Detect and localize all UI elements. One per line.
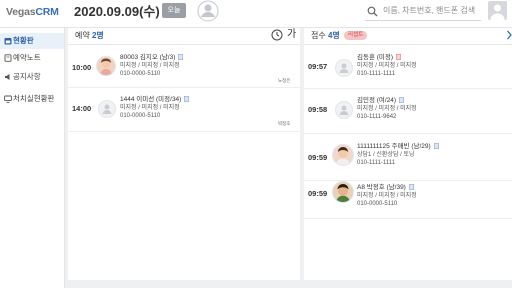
reception-time: 09:58 — [308, 105, 328, 114]
reservation-row[interactable]: 14:00 1444 이미선 (미정/34) 미지정 / 미지정 / 미지정 0… — [68, 89, 300, 133]
reception-badge[interactable]: 리셉트 — [344, 31, 368, 40]
patient-photo — [332, 181, 354, 203]
sidebar-item-label: 공지사항 — [13, 72, 41, 81]
patient-category: 상담1 / 신환상담 / 토닝 — [357, 152, 415, 158]
reception-row[interactable]: 09:57 김동훈 (미정) 미지정 / 미지정 / 미지정 010-1111-… — [304, 46, 512, 89]
patient-name: 김동훈 (미정) — [357, 53, 401, 62]
app-logo[interactable]: VegasCRM — [6, 6, 59, 18]
memo-icon[interactable] — [399, 97, 405, 103]
reception-header: 접수 4명 리셉트 — [304, 28, 512, 45]
search-box[interactable]: 이름, 차트번호, 핸드폰 검색 — [365, 3, 481, 21]
memo-red-icon[interactable] — [396, 54, 401, 60]
patient-category: 미지정 / 미지정 / 미지정 — [120, 105, 180, 111]
megaphone-icon — [5, 74, 10, 80]
user-avatar-icon[interactable] — [196, 0, 220, 22]
search-input[interactable]: 이름, 차트번호, 핸드폰 검색 — [383, 5, 475, 17]
reservation-title: 예약 2명 — [75, 31, 104, 40]
memo-icon[interactable] — [184, 96, 190, 102]
top-header: VegasCRM 2020.09.09(수) 오늘 이름, 차트번호, 핸드폰 … — [0, 0, 512, 28]
row-divider — [68, 131, 300, 132]
patient-phone: 010-1111-1111 — [357, 71, 396, 77]
reservation-header: 예약 2명 가 — [68, 28, 300, 45]
collapse-arrow-icon[interactable] — [507, 30, 512, 40]
patient-name: 1111111125 주매빈 (남/29) — [357, 142, 439, 151]
add-reservation-button[interactable]: 가 — [287, 28, 296, 42]
profile-icon[interactable] — [488, 1, 507, 20]
sidebar-item-notice[interactable]: 공지사항 — [0, 69, 64, 85]
patient-phone: 010-0000-5110 — [120, 71, 161, 77]
patient-category: 미지정 / 미지정 / 미지정 — [120, 63, 180, 69]
reception-time: 09:57 — [308, 62, 328, 71]
patient-name: A8 박정호 (남/39) — [357, 183, 414, 192]
patient-photo — [332, 144, 354, 166]
reception-row[interactable]: 09:59 A8 박정호 (남/39) 미지정 / 미지정 / 미지정 010-… — [304, 181, 512, 226]
patient-category: 미지정 / 미지정 / 미지정 — [357, 63, 417, 69]
today-button[interactable]: 오늘 — [162, 3, 186, 18]
patient-name: 김민정 (여/24) — [357, 96, 405, 105]
reservation-count: 2명 — [91, 31, 104, 40]
patient-name: 1444 이미선 (미정/34) — [120, 95, 190, 104]
memo-icon[interactable] — [178, 54, 184, 60]
patient-phone: 010-1111-9642 — [357, 114, 397, 120]
current-date[interactable]: 2020.09.09(수) — [74, 3, 160, 21]
clock-icon[interactable] — [271, 29, 283, 41]
reception-count: 4명 — [327, 31, 340, 40]
patient-phone: 010-1111-1111 — [357, 160, 396, 166]
notebook-icon — [4, 54, 12, 62]
patient-category: 미지정 / 미지정 / 미지정 — [357, 193, 417, 199]
staff-name: 노정은 — [278, 78, 291, 83]
patient-category: 미지정 / 미지정 / 미지정 — [357, 106, 417, 112]
reception-title: 접수 4명 — [311, 31, 340, 40]
default-avatar-icon — [98, 100, 116, 118]
sidebar-item-reservation-note[interactable]: 예약노트 — [0, 50, 64, 66]
reservation-time: 14:00 — [72, 104, 92, 113]
sidebar: 현황판 예약노트 공지사항 처치실현황판 — [0, 28, 65, 288]
default-avatar-icon — [335, 59, 353, 77]
staff-name: 박정호 — [278, 121, 291, 126]
memo-icon[interactable] — [433, 143, 439, 149]
reservation-panel: 예약 2명 가 10:00 80003 김지오 (남/3) 미지정 / 미지정 … — [68, 28, 300, 280]
reception-panel: 접수 4명 리셉트 09:57 김동훈 (미정) 미지정 / 미지정 / 미지정… — [304, 28, 512, 280]
sidebar-item-label: 처치실현황판 — [13, 94, 55, 103]
reception-row[interactable]: 09:59 1111111125 주매빈 (남/29) 상담1 / 신환상담 /… — [304, 134, 512, 181]
row-divider — [304, 218, 512, 219]
patient-phone: 010-0000-5110 — [357, 201, 398, 207]
patient-phone: 010-0000-5110 — [120, 113, 161, 119]
reception-time: 09:59 — [308, 189, 328, 198]
patient-photo — [96, 56, 116, 76]
default-avatar-icon — [335, 101, 353, 119]
reception-time: 09:59 — [308, 153, 328, 162]
search-icon — [367, 6, 378, 17]
reservation-row[interactable]: 10:00 80003 김지오 (남/3) 미지정 / 미지정 / 미지정 01… — [68, 46, 300, 90]
row-divider — [68, 87, 300, 88]
reservation-time: 10:00 — [72, 63, 92, 72]
reception-row[interactable]: 09:58 김민정 (여/24) 미지정 / 미지정 / 미지정 010-111… — [304, 89, 512, 134]
memo-icon[interactable] — [408, 184, 414, 190]
sidebar-item-label: 예약노트 — [13, 53, 41, 62]
patient-name: 80003 김지오 (남/3) — [120, 53, 184, 62]
sidebar-item-label: 현황판 — [13, 36, 34, 45]
monitor-icon — [4, 95, 12, 103]
sidebar-item-dashboard[interactable]: 현황판 — [0, 33, 64, 49]
sidebar-item-treatment-board[interactable]: 처치실현황판 — [0, 91, 64, 107]
calendar-icon — [4, 38, 12, 45]
